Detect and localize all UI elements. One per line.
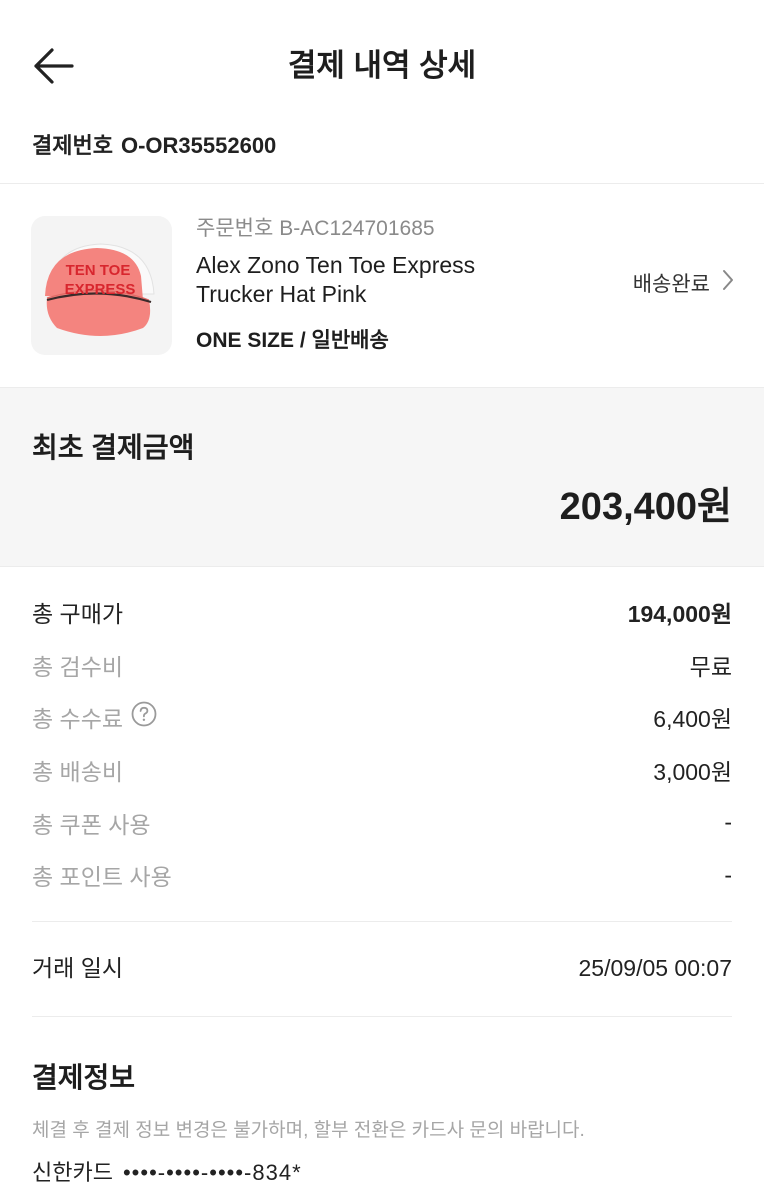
chevron-right-icon (722, 268, 734, 302)
payment-number-value: O-OR35552600 (120, 133, 277, 158)
breakdown-label: 총 쿠폰 사용 (32, 811, 151, 838)
breakdown-value: - (724, 861, 732, 888)
breakdown-row-inspection-fee: 총 검수비 무료 (32, 639, 732, 692)
breakdown-label: 총 배송비 (32, 759, 124, 786)
card-number: ••••-••••-••••-834* (122, 1160, 302, 1185)
breakdown-label: 총 검수비 (32, 653, 124, 680)
payment-number-label: 결제번호 (32, 133, 113, 158)
transaction-datetime-value: 25/09/05 00:07 (578, 955, 732, 981)
payment-info-title: 결제정보 (32, 1062, 136, 1093)
initial-payment-panel: 최초 결제금액 203,400원 (0, 387, 764, 567)
payment-number: 결제번호 O-OR35552600 (32, 128, 276, 164)
breakdown-value: 6,400원 (653, 706, 732, 733)
breakdown-row-points: 총 포인트 사용 - (32, 849, 732, 902)
divider (32, 921, 732, 922)
breakdown-label: 총 구매가 (32, 601, 124, 628)
breakdown-row-shipping-fee: 총 배송비 3,000원 (32, 744, 732, 797)
breakdown-row-purchase-price: 총 구매가 194,000원 (32, 586, 732, 639)
order-number-label: 주문번호 (196, 217, 274, 240)
card-name: 신한카드 (32, 1160, 113, 1185)
payment-info-notice: 체결 후 결제 정보 변경은 불가하며, 할부 전환은 카드사 문의 바랍니다. (32, 1120, 585, 1141)
breakdown-value: - (724, 809, 732, 836)
divider (32, 1016, 732, 1017)
product-name: Alex Zono Ten Toe Express Trucker Hat Pi… (196, 252, 476, 307)
page-title: 결제 내역 상세 (287, 48, 477, 83)
delivery-status-text: 배송완료 (632, 273, 710, 296)
breakdown-value: 무료 (689, 653, 732, 680)
delivery-status-link[interactable]: 배송완료 (633, 268, 734, 302)
payment-card: 신한카드 ••••-••••-••••-834* (32, 1156, 302, 1190)
breakdown-value: 194,000원 (627, 601, 732, 628)
payment-breakdown: 총 구매가 194,000원 총 검수비 무료 총 수수료 6,400원 총 배… (32, 586, 732, 902)
transaction-datetime-row: 거래 일시 25/09/05 00:07 (32, 950, 732, 986)
breakdown-row-coupon: 총 쿠폰 사용 - (32, 796, 732, 849)
order-number-value: B-AC124701685 (279, 217, 435, 240)
breakdown-label-with-help: 총 수수료 (32, 700, 157, 734)
order-item-card[interactable]: TEN TOE EXPRESS 주문번호 B-AC124701685 Alex Z… (0, 184, 764, 387)
transaction-datetime-label: 거래 일시 (32, 955, 124, 981)
top-bar: 결제 내역 상세 (0, 0, 764, 130)
product-image-text-2: EXPRESS (65, 281, 136, 298)
breakdown-label: 총 포인트 사용 (32, 864, 172, 891)
product-image: TEN TOE EXPRESS (31, 216, 172, 355)
breakdown-row-commission: 총 수수료 6,400원 (32, 691, 732, 744)
breakdown-value: 3,000원 (653, 759, 732, 786)
product-image-text-1: TEN TOE (66, 262, 131, 279)
question-circle-icon[interactable] (131, 701, 157, 733)
initial-payment-amount: 203,400원 (559, 486, 732, 528)
initial-payment-label: 최초 결제금액 (32, 432, 195, 463)
product-option: ONE SIZE / 일반배송 (196, 329, 389, 352)
breakdown-label: 총 수수료 (32, 706, 124, 733)
order-number: 주문번호 B-AC124701685 (196, 212, 435, 246)
